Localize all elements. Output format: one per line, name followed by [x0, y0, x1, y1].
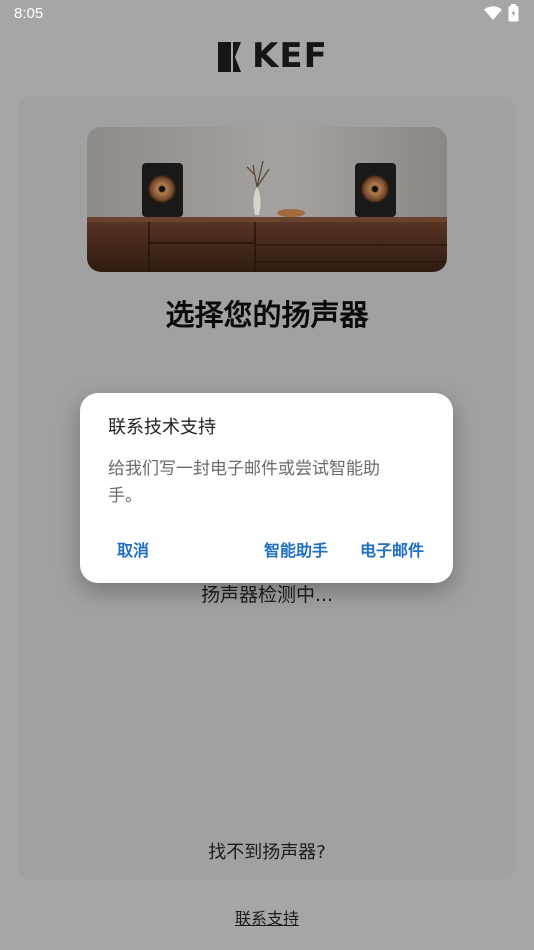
- cant-find-speaker-link[interactable]: 找不到扬声器?: [0, 838, 534, 864]
- dialog-message: 给我们写一封电子邮件或尝试智能助手。: [108, 459, 380, 506]
- detecting-status: 扬声器检测中...: [200, 584, 334, 606]
- battery-icon: [508, 4, 519, 22]
- email-button[interactable]: 电子邮件: [360, 537, 424, 561]
- kef-logo-mark: [218, 42, 241, 72]
- wifi-icon: [484, 6, 502, 20]
- cancel-button[interactable]: 取消: [117, 537, 149, 561]
- contact-support-dialog: 联系技术支持 给我们写一封电子邮件或尝试智能助手。 取消 智能助手 电子邮件: [80, 393, 453, 583]
- dialog-title: 联系技术支持: [108, 417, 216, 438]
- speakers-hero-image: [87, 127, 447, 272]
- page-title: 选择您的扬声器: [165, 298, 369, 332]
- contact-support-row: 联系支持: [0, 905, 534, 929]
- contact-support-link[interactable]: 联系支持: [235, 909, 299, 928]
- logo-text: KEF: [252, 36, 328, 76]
- status-time: 8:05: [14, 5, 44, 22]
- smart-assistant-button[interactable]: 智能助手: [264, 537, 328, 561]
- status-bar: 8:05: [0, 0, 534, 28]
